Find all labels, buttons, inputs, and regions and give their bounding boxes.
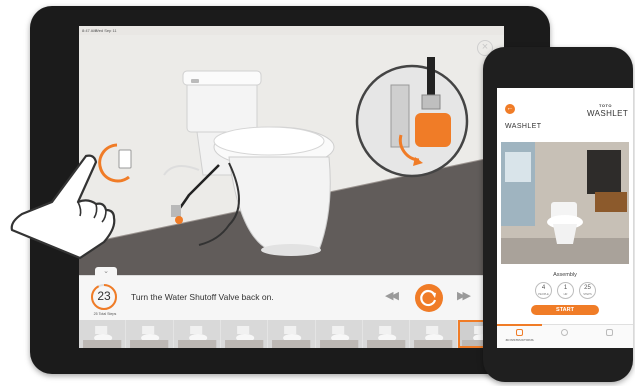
active-tab-indicator	[497, 324, 542, 326]
instruction-panel: ⌄ 23 25 Total Steps Turn the Water Shuto…	[79, 267, 504, 320]
page-title: WASHLET	[505, 123, 542, 130]
3d-scene[interactable]	[79, 35, 504, 276]
status-bar: 8:47 AM Wed Sep 11	[79, 26, 504, 35]
tab-documents[interactable]	[587, 329, 632, 338]
brand-logo-small: TOTO	[599, 103, 612, 108]
step-thumbnail[interactable]	[173, 320, 220, 348]
chevron-down-icon: ⌄	[103, 268, 109, 275]
instruction-text: Turn the Water Shutoff Valve back on.	[131, 292, 274, 302]
step-thumbnail[interactable]	[315, 320, 362, 348]
tablet-screen: 8:47 AM Wed Sep 11 × ⌄ 23 25 Total Steps…	[79, 26, 504, 348]
step-thumbnail[interactable]	[79, 320, 126, 348]
brand-logo: WASHLET	[587, 109, 629, 118]
close-icon: ×	[481, 41, 489, 53]
bathroom-photo	[501, 142, 629, 264]
start-button[interactable]: START	[531, 305, 599, 315]
phone-screen: ← TOTO WASHLET WASHLET Assembly 4 PEOPLE…	[497, 88, 633, 348]
step-thumbnail[interactable]	[362, 320, 410, 348]
tab-3d-instructions[interactable]: 3D INSTRUCTIONS	[497, 329, 542, 342]
section-label: Assembly	[553, 272, 577, 278]
step-thumbnail[interactable]	[268, 320, 315, 348]
step-thumbnail-strip	[79, 320, 504, 348]
arrow-left-icon: ←	[506, 105, 514, 112]
stat-time: 1 HR	[557, 282, 574, 299]
next-step-button[interactable]: ▶▶	[457, 289, 471, 302]
tab-bar: 3D INSTRUCTIONS	[497, 324, 633, 348]
step-thumbnail[interactable]	[220, 320, 268, 348]
pointing-hand-icon	[10, 154, 116, 260]
status-date: Wed Sep 11	[95, 28, 117, 33]
back-button[interactable]: ←	[505, 104, 515, 114]
tab-search[interactable]	[542, 329, 587, 338]
step-thumbnail[interactable]	[126, 320, 173, 348]
replay-icon	[420, 289, 437, 307]
search-icon	[561, 329, 568, 336]
cube-icon	[516, 329, 523, 336]
previous-step-button[interactable]: ◀◀	[385, 289, 399, 302]
rewind-icon: ◀◀	[385, 290, 399, 302]
collapse-panel-button[interactable]: ⌄	[95, 267, 117, 276]
document-icon	[606, 329, 613, 336]
total-steps: 25 Total Steps	[93, 312, 117, 316]
current-step-number: 23	[97, 289, 111, 303]
fast-forward-icon: ▶▶	[457, 290, 471, 302]
stat-people: 4 PEOPLE	[535, 282, 552, 299]
step-thumbnail[interactable]	[410, 320, 457, 348]
replay-button[interactable]	[415, 284, 443, 312]
stat-steps: 25 STEPS	[579, 282, 596, 299]
